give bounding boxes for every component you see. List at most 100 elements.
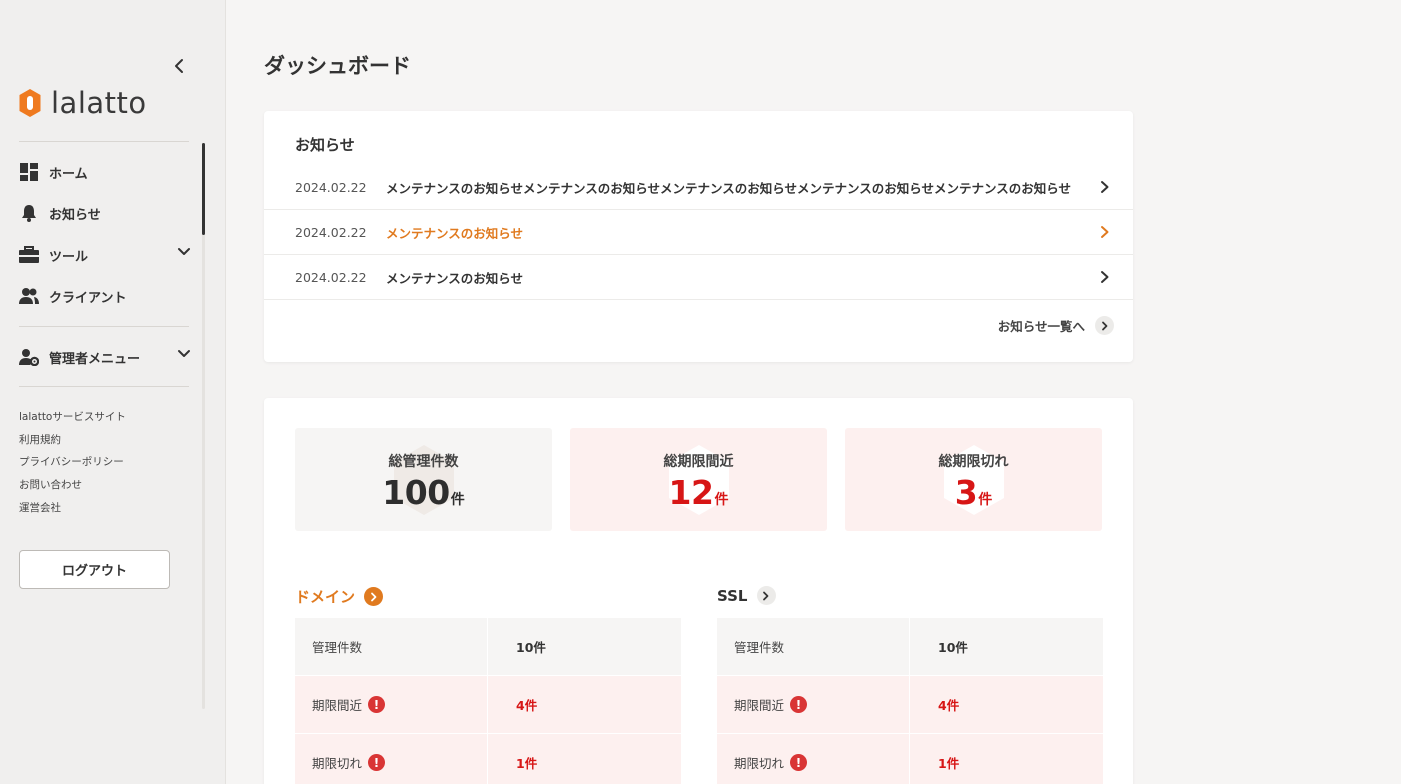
user-gear-icon [19, 347, 39, 367]
stat-unit: 件 [714, 492, 729, 508]
row-label-cell: 期限切れ! [717, 734, 910, 784]
news-list-link[interactable]: お知らせ一覧へ [998, 316, 1114, 335]
stat-near-expiry: 総期限間近 12件 [570, 428, 827, 531]
sidebar-scrollbar-thumb[interactable] [202, 143, 205, 235]
nav-item-admin-menu[interactable]: 管理者メニュー [19, 342, 191, 372]
row-label: 期限切れ [734, 756, 785, 771]
domain-summary-table: 管理件数 10件期限間近! 4件期限切れ! 1件 [295, 618, 681, 784]
toolbox-icon [19, 245, 39, 265]
stats-card: 総管理件数 100件 総期限間近 12件 総期限切れ 3件 ドメイン SSL 管… [264, 398, 1133, 784]
stat-value: 100 [382, 473, 450, 512]
news-date: 2024.02.22 [295, 224, 367, 240]
news-text: メンテナンスのお知らせ [386, 225, 524, 241]
chevron-right-icon [1101, 181, 1109, 193]
stat-value: 3 [954, 473, 978, 512]
news-title: お知らせ [295, 136, 355, 154]
stat-label: 総管理件数 [388, 454, 459, 470]
link-terms[interactable]: 利用規約 [19, 431, 126, 454]
stat-value-wrap: 12件 [570, 473, 827, 512]
domain-section-title: ドメイン [295, 588, 356, 606]
news-text: メンテナンスのお知らせ [386, 270, 524, 286]
footer-links: lalattoサービスサイト 利用規約 プライバシーポリシー お問い合わせ 運営… [19, 408, 126, 521]
chevron-right-icon [1101, 226, 1109, 238]
nav-item-news[interactable]: お知らせ [19, 198, 191, 228]
chevron-right-icon [756, 586, 776, 605]
row-value: 1件 [938, 756, 960, 771]
row-label: 管理件数 [312, 640, 363, 655]
nav-item-home[interactable]: ホーム [19, 157, 191, 187]
alert-icon: ! [790, 754, 808, 771]
lalatto-logo-icon [19, 89, 41, 117]
stat-value: 12 [668, 473, 714, 512]
stat-label: 総期限間近 [663, 454, 734, 470]
dashboard-grid-icon [19, 162, 39, 182]
row-label: 期限切れ [312, 756, 363, 771]
alert-icon: ! [368, 696, 386, 713]
stat-unit: 件 [978, 492, 993, 508]
alert-icon: ! [790, 696, 808, 713]
row-label-cell: 期限間近! [295, 676, 488, 733]
bell-icon [19, 203, 39, 223]
stat-value-wrap: 100件 [295, 473, 552, 512]
news-row[interactable]: 2024.02.22 メンテナンスのお知らせ [264, 255, 1133, 300]
logout-button[interactable]: ログアウト [19, 550, 170, 589]
news-more-label: お知らせ一覧へ [997, 319, 1085, 334]
table-row: 期限間近! 4件 [295, 676, 681, 734]
row-label-cell: 期限間近! [717, 676, 910, 733]
row-label: 期限間近 [734, 698, 785, 713]
news-date: 2024.02.22 [295, 179, 367, 195]
link-privacy-policy[interactable]: プライバシーポリシー [19, 453, 126, 476]
ssl-summary-table: 管理件数 10件期限間近! 4件期限切れ! 1件 [717, 618, 1103, 784]
stat-value-wrap: 3件 [845, 473, 1102, 512]
table-row: 期限間近! 4件 [717, 676, 1103, 734]
ssl-section-title: SSL [717, 586, 748, 605]
news-text: メンテナンスのお知らせメンテナンスのお知らせメンテナンスのお知らせメンテナンスの… [386, 180, 1072, 196]
chevron-right-icon [1101, 271, 1109, 283]
link-company[interactable]: 運営会社 [19, 499, 126, 522]
alert-icon: ! [368, 754, 386, 771]
domain-section-link[interactable]: ドメイン [295, 586, 384, 607]
nav-label: 管理者メニュー [49, 351, 141, 367]
page-title: ダッシュボード [264, 54, 411, 78]
sidebar: lalatto ホーム お知らせ ツール クライアント 管理者メニュー lala… [0, 0, 226, 784]
sidebar-divider [19, 386, 189, 387]
sidebar-divider [19, 141, 189, 142]
nav-label: お知らせ [49, 207, 101, 223]
collapse-sidebar-button[interactable] [168, 54, 190, 78]
ssl-section-link[interactable]: SSL [717, 586, 776, 605]
chevron-down-icon [178, 350, 190, 357]
nav-item-tools[interactable]: ツール [19, 240, 191, 270]
stat-label: 総期限切れ [938, 454, 1009, 470]
table-row: 期限切れ! 1件 [295, 734, 681, 784]
row-value: 1件 [516, 756, 538, 771]
table-row: 管理件数 10件 [717, 618, 1103, 676]
row-label: 期限間近 [312, 698, 363, 713]
chevron-left-icon [175, 59, 183, 73]
stat-expired: 総期限切れ 3件 [845, 428, 1102, 531]
row-label-cell: 管理件数 [295, 618, 488, 675]
row-value: 10件 [516, 640, 546, 655]
users-icon [19, 286, 39, 306]
news-row[interactable]: 2024.02.22 メンテナンスのお知らせ [264, 210, 1133, 255]
link-service-site[interactable]: lalattoサービスサイト [19, 408, 126, 431]
link-contact[interactable]: お問い合わせ [19, 476, 126, 499]
row-value: 4件 [516, 698, 538, 713]
row-label-cell: 期限切れ! [295, 734, 488, 784]
nav-item-clients[interactable]: クライアント [19, 281, 191, 311]
stat-unit: 件 [450, 492, 465, 508]
row-value: 4件 [938, 698, 960, 713]
nav-label: ツール [49, 249, 89, 265]
stat-total: 総管理件数 100件 [295, 428, 552, 531]
app-logo[interactable]: lalatto [18, 88, 147, 118]
news-card: お知らせ 2024.02.22 メンテナンスのお知らせメンテナンスのお知らせメンテ… [264, 111, 1133, 362]
chevron-down-icon [178, 248, 190, 255]
row-value: 10件 [938, 640, 968, 655]
news-date: 2024.02.22 [295, 269, 367, 285]
chevron-right-icon [364, 587, 384, 606]
nav-label: ホーム [49, 166, 88, 182]
news-row[interactable]: 2024.02.22 メンテナンスのお知らせメンテナンスのお知らせメンテナンスのお… [264, 165, 1133, 210]
row-label-cell: 管理件数 [717, 618, 910, 675]
table-row: 管理件数 10件 [295, 618, 681, 676]
logo-text: lalatto [51, 85, 147, 120]
chevron-right-icon [1095, 316, 1114, 335]
